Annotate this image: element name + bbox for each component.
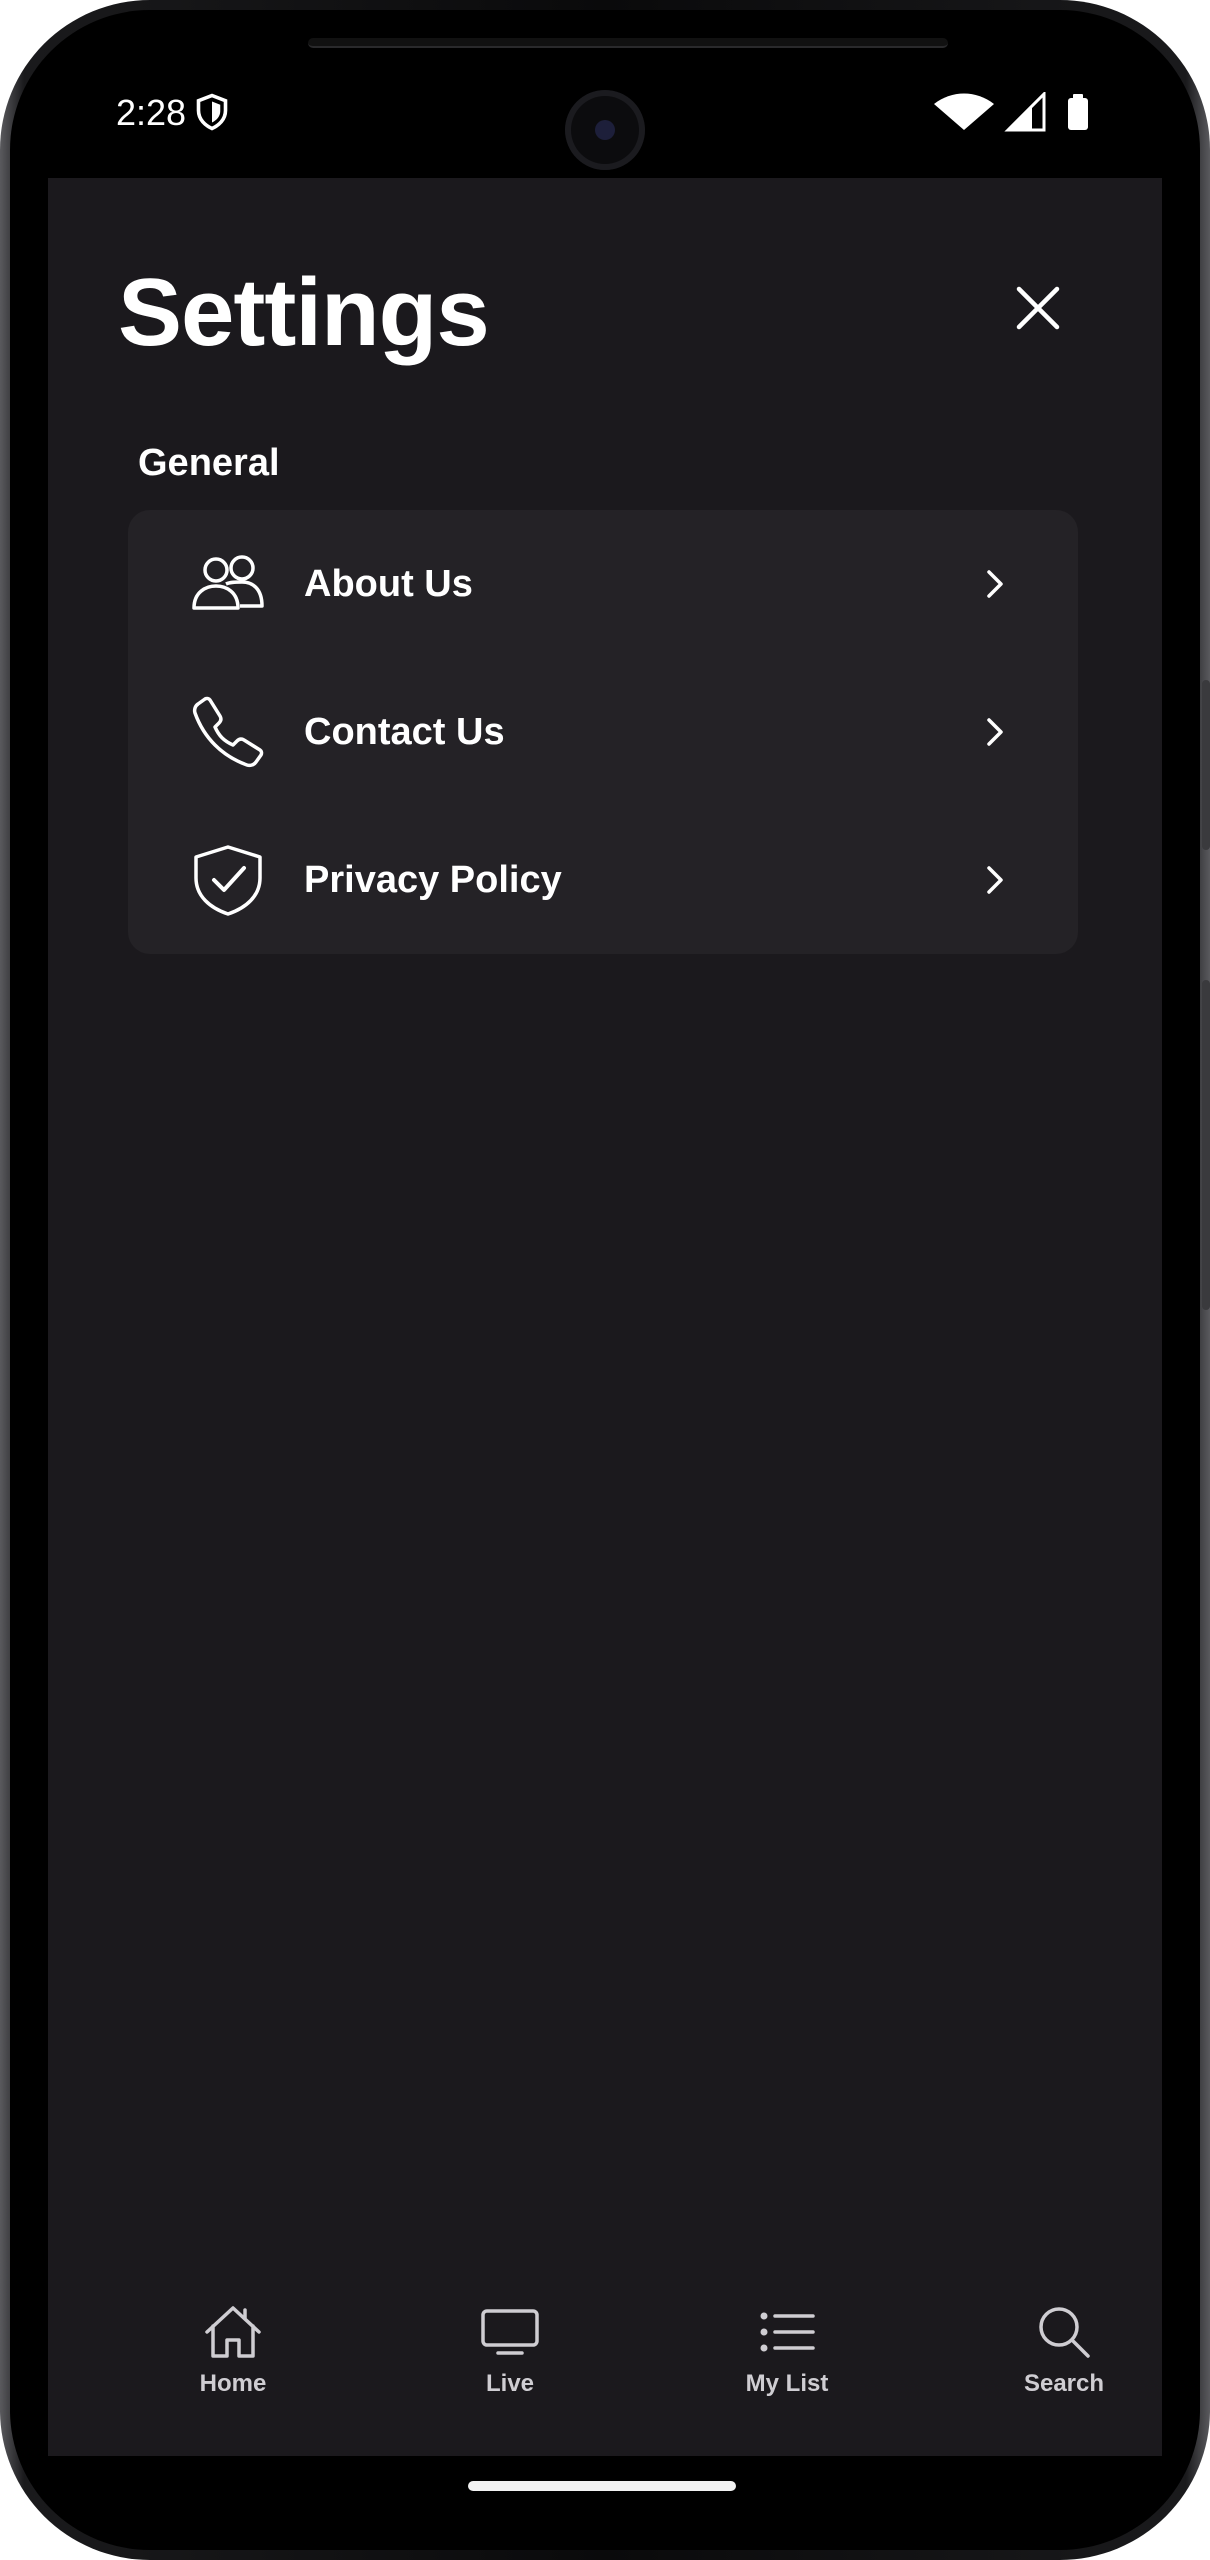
tab-search[interactable]: Search <box>974 2300 1154 2420</box>
phone-icon <box>190 694 266 770</box>
tab-my-list[interactable]: My List <box>697 2300 877 2420</box>
settings-item-label: Contact Us <box>304 710 505 753</box>
status-time: 2:28 <box>116 92 187 133</box>
settings-item-about-us[interactable]: About Us <box>128 510 1078 658</box>
system-status-icons <box>934 92 1088 132</box>
screen: 2:28 Settings General About Us Contact U… <box>28 18 1182 2538</box>
section-label-general: General <box>138 442 280 484</box>
phone-frame: 2:28 Settings General About Us Contact U… <box>0 0 1210 2560</box>
cell-signal-icon <box>1004 92 1046 132</box>
close-icon <box>1016 286 1060 330</box>
power-button <box>1202 980 1210 1310</box>
home-indicator[interactable] <box>468 2481 736 2491</box>
bottom-tab-bar: Home Live My List Search <box>48 2276 1162 2456</box>
close-button[interactable] <box>1008 278 1068 338</box>
front-camera <box>565 90 645 170</box>
home-icon <box>201 2300 265 2364</box>
status-bar: 2:28 <box>28 18 1182 178</box>
shield-icon <box>196 93 228 131</box>
settings-screen: Settings General About Us Contact Us Pri… <box>48 178 1162 2456</box>
tab-label: My List <box>745 2370 829 2397</box>
chevron-right-icon <box>980 712 1010 752</box>
chevron-right-icon <box>980 564 1010 604</box>
tv-icon <box>478 2300 542 2364</box>
settings-item-label: About Us <box>304 562 473 605</box>
search-icon <box>1032 2300 1096 2364</box>
volume-button <box>1202 680 1210 850</box>
list-icon <box>755 2300 819 2364</box>
tab-home[interactable]: Home <box>143 2300 323 2420</box>
wifi-icon <box>934 93 994 130</box>
settings-item-label: Privacy Policy <box>304 858 562 901</box>
settings-card: About Us Contact Us Privacy Policy <box>128 510 1078 954</box>
tab-label: Search <box>1023 2370 1105 2397</box>
tab-live[interactable]: Live <box>420 2300 600 2420</box>
tab-label: Home <box>199 2370 267 2397</box>
battery-icon <box>1068 94 1088 130</box>
shield-check-icon <box>190 842 266 918</box>
people-icon <box>190 546 266 622</box>
chevron-right-icon <box>980 860 1010 900</box>
page-title: Settings <box>118 259 490 366</box>
tab-label: Live <box>485 2370 535 2397</box>
settings-item-contact-us[interactable]: Contact Us <box>128 658 1078 806</box>
settings-item-privacy-policy[interactable]: Privacy Policy <box>128 806 1078 954</box>
